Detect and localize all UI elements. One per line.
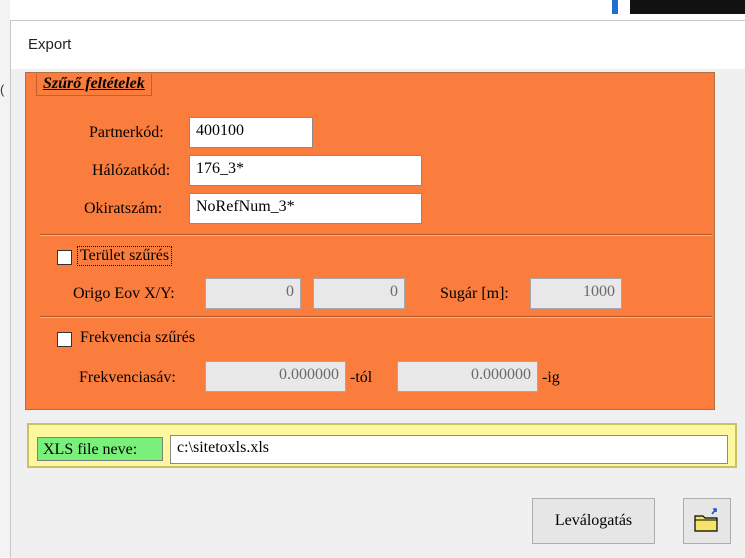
frekvencia-to-suffix: -ig [542, 369, 560, 386]
terulet-checkbox[interactable] [57, 250, 72, 265]
frekvenciasav-label: Frekvenciasáv: [79, 369, 176, 386]
origo-y-input[interactable]: 0 [313, 278, 405, 309]
open-folder-icon [694, 508, 718, 532]
separator [40, 316, 712, 318]
halozatkod-label: Hálózatkód: [92, 162, 171, 179]
sugar-label: Sugár [m]: [440, 285, 509, 302]
frekvencia-checkbox[interactable] [57, 332, 72, 347]
frekvencia-from-suffix: -tól [350, 369, 373, 386]
title-bar[interactable]: Export [11, 21, 745, 69]
origo-x-input[interactable]: 0 [205, 278, 301, 309]
terulet-checkbox-label[interactable]: Terület szűrés [76, 246, 173, 266]
xls-file-label: XLS file neve: [37, 437, 163, 461]
xls-filename-input[interactable]: c:\sitetoxls.xls [170, 435, 728, 464]
background-dark-region [630, 0, 745, 14]
filter-groupbox-legend: Szűrő feltételek [36, 74, 152, 96]
halozatkod-input[interactable]: 176_3* [189, 155, 422, 186]
frekvencia-to-input[interactable]: 0.000000 [397, 361, 538, 392]
dialog-title: Export [28, 36, 72, 53]
filter-groupbox [25, 72, 715, 410]
okiratszam-label: Okiratszám: [84, 200, 163, 217]
partnerkod-label: Partnerkód: [89, 124, 164, 141]
background-text-fragment: ( [0, 82, 5, 97]
partnerkod-input[interactable]: 400100 [189, 117, 313, 148]
background-accent [612, 0, 618, 14]
origo-label: Origo Eov X/Y: [73, 285, 175, 302]
okiratszam-input[interactable]: NoRefNum_3* [189, 193, 422, 224]
frekvencia-checkbox-label[interactable]: Frekvencia szűrés [80, 329, 195, 347]
frekvencia-from-input[interactable]: 0.000000 [205, 361, 346, 392]
sugar-input[interactable]: 1000 [530, 278, 622, 309]
separator [40, 234, 712, 236]
open-folder-button[interactable] [683, 498, 731, 544]
levalogatas-button[interactable]: Leválogatás [532, 498, 655, 544]
